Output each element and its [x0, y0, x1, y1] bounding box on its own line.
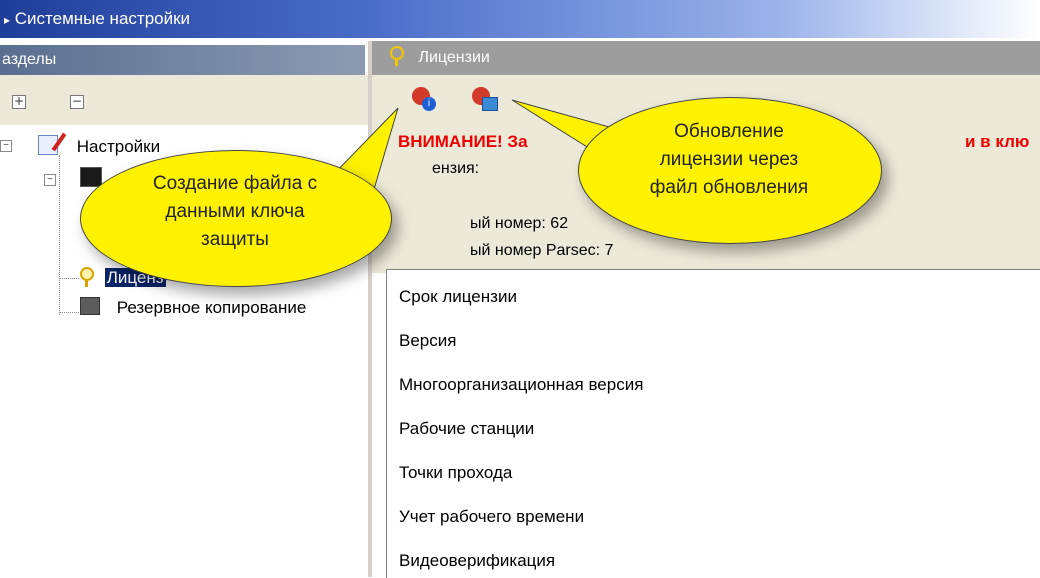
- sections-header-label: азделы: [2, 51, 57, 68]
- callout-line: файл обновления: [649, 177, 809, 198]
- update-license-button[interactable]: [472, 87, 498, 113]
- key-icon: [80, 267, 94, 287]
- collapse-all-button[interactable]: −: [70, 95, 84, 109]
- list-item[interactable]: Видеоверификация: [399, 551, 555, 571]
- serial-number: ый номер: 62: [470, 215, 569, 232]
- licenses-panel-header: Лицензии: [372, 41, 1040, 75]
- tree-item-settings[interactable]: Настройки: [38, 132, 161, 157]
- callout-line: данными ключа: [165, 201, 305, 222]
- callout-line: лицензии через: [659, 149, 799, 170]
- warning-message: ВНИМАНИЕ! За: [398, 132, 528, 151]
- tree-item-backup[interactable]: Резервное копирование: [80, 297, 306, 319]
- key-icon: [390, 46, 404, 66]
- backup-icon: [80, 297, 100, 315]
- tree-connector: [59, 278, 79, 279]
- callout-line: защиты: [201, 229, 269, 250]
- serial-number-parsec: ый номер Parsec: 7: [470, 242, 614, 259]
- title-icon: ▸: [4, 13, 11, 27]
- list-item[interactable]: Версия: [399, 331, 456, 351]
- list-item[interactable]: Срок лицензии: [399, 287, 517, 307]
- root-expander[interactable]: −: [0, 140, 12, 152]
- expand-all-button[interactable]: +: [12, 95, 26, 109]
- callout-line: Обновление: [674, 121, 784, 142]
- list-item[interactable]: Многоорганизационная версия: [399, 375, 643, 395]
- child-expander[interactable]: −: [44, 174, 56, 186]
- list-item[interactable]: Учет рабочего времени: [399, 507, 584, 527]
- create-key-file-button[interactable]: i: [412, 87, 438, 113]
- callout-update-license-text: Обновление лицензии через файл обновлени…: [588, 118, 870, 202]
- tree-connector: [59, 312, 79, 313]
- settings-icon: [38, 132, 67, 155]
- tree-item-label: Настройки: [76, 137, 161, 156]
- warning-message-tail: и в клю: [965, 132, 1030, 151]
- list-item[interactable]: Точки прохода: [399, 463, 512, 483]
- license-label: ензия:: [432, 160, 480, 177]
- licenses-header-label: Лицензии: [418, 49, 490, 66]
- window-title-bar: ▸ Системные настройки: [0, 0, 1040, 38]
- window-title: Системные настройки: [14, 9, 191, 28]
- tree-connector: [59, 155, 60, 315]
- sections-panel-header: азделы: [0, 45, 365, 75]
- callout-line: Создание файла с: [152, 173, 318, 194]
- tree-item-label: Резервное копирование: [116, 298, 307, 317]
- sections-toolbar: + −: [0, 75, 370, 125]
- callout-create-key-file-text: Создание файла с данными ключа защиты: [90, 170, 380, 254]
- list-item[interactable]: Рабочие станции: [399, 419, 534, 439]
